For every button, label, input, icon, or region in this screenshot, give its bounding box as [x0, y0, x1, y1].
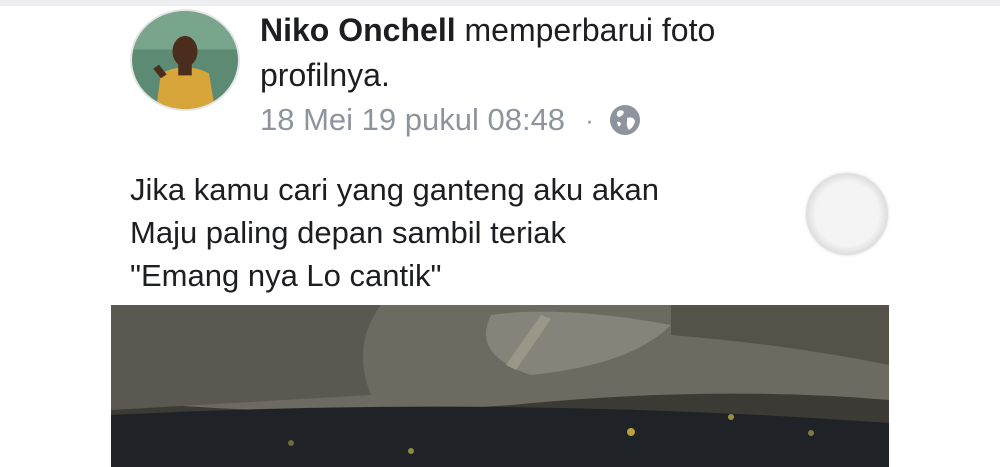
post-text: Jika kamu cari yang ganteng aku akan Maj…	[130, 168, 659, 297]
author-name[interactable]: Niko Onchell	[260, 12, 456, 48]
post-text-line: Jika kamu cari yang ganteng aku akan	[130, 172, 660, 207]
post-text-line: Maju paling depan sambil teriak	[130, 215, 566, 250]
post-meta: 18 Mei 19 pukul 08:48 ·	[260, 100, 642, 140]
avatar[interactable]	[130, 9, 240, 111]
post-photo[interactable]	[111, 305, 889, 467]
avatar-photo	[132, 11, 238, 109]
action-text-continued: profilnya.	[260, 57, 390, 93]
separator-dot: ·	[585, 105, 594, 135]
photo-image	[111, 305, 889, 467]
timestamp[interactable]: 18 Mei 19 pukul 08:48	[260, 100, 565, 140]
post-header: Niko Onchell memperbarui foto	[260, 10, 715, 50]
post-text-line: "Emang nya Lo cantik"	[130, 258, 442, 293]
globe-icon[interactable]	[608, 103, 642, 137]
circle-overlay	[806, 173, 888, 255]
top-divider	[0, 0, 1000, 6]
action-text: memperbarui foto	[455, 12, 716, 48]
